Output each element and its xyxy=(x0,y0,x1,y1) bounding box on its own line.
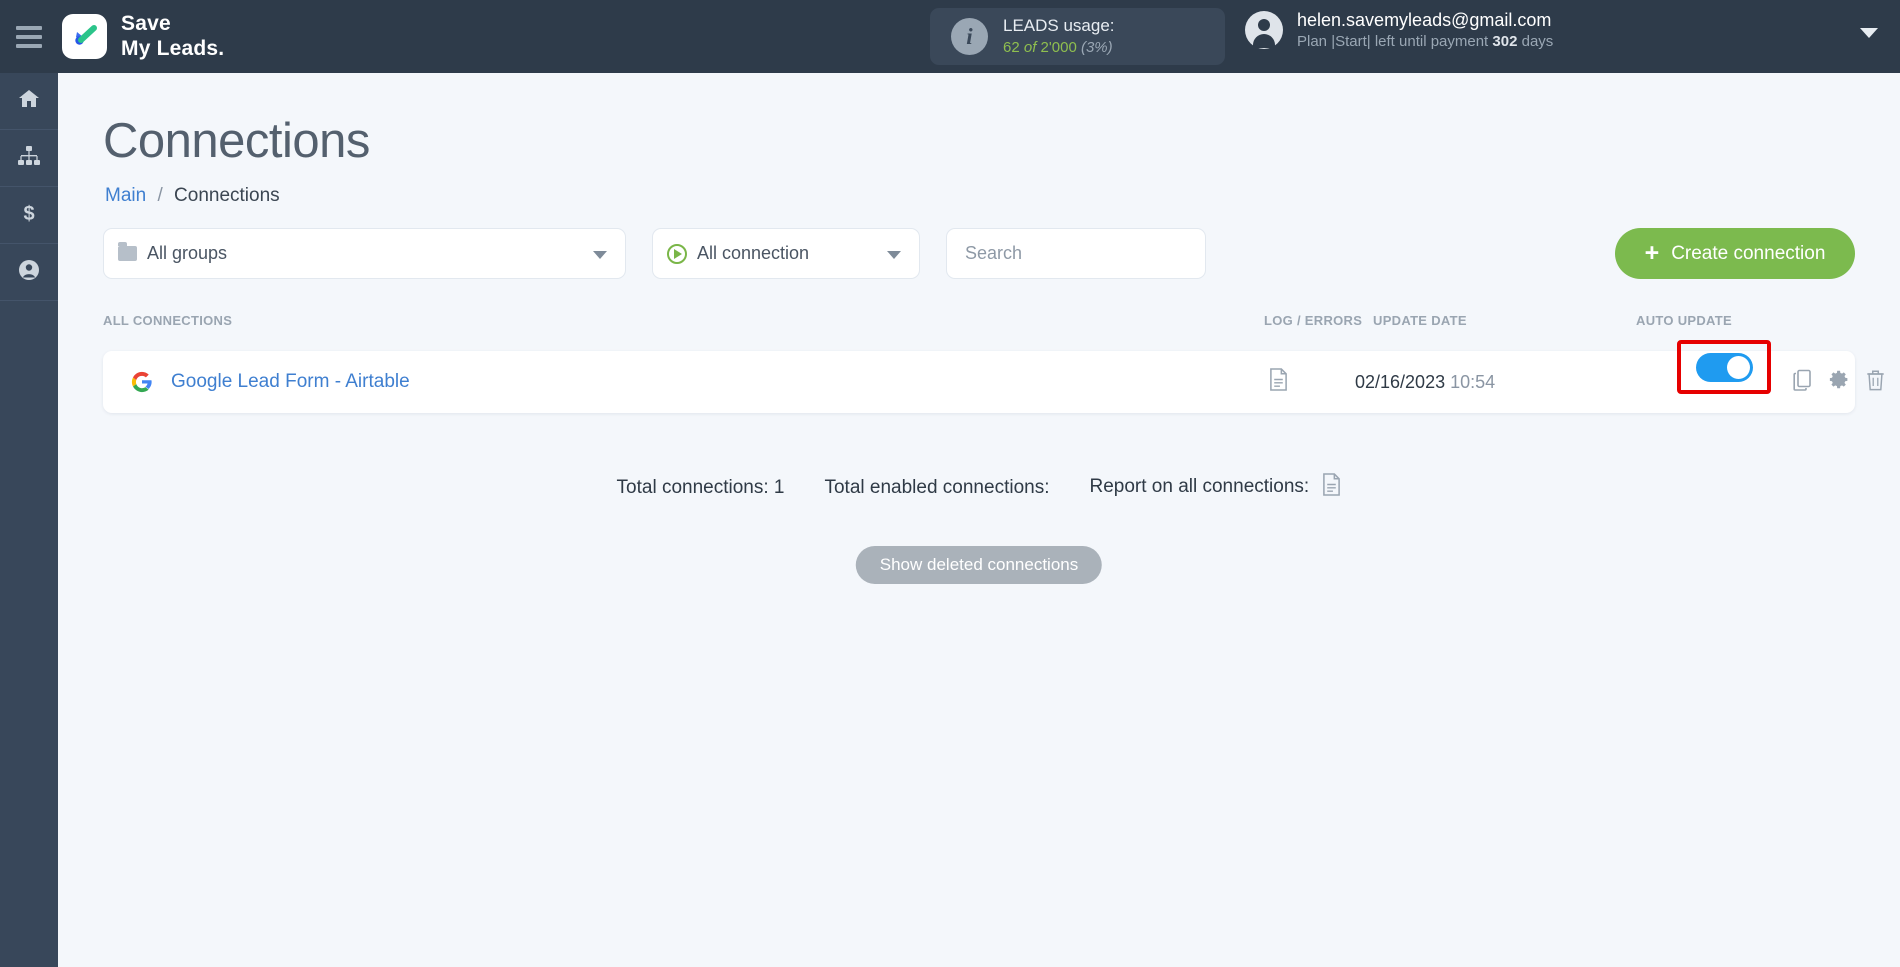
app-logo[interactable]: Save My Leads. xyxy=(62,12,224,62)
left-sidebar: $ xyxy=(0,73,58,967)
column-header-log-errors: LOG / ERRORS xyxy=(1264,313,1363,328)
chevron-down-icon[interactable] xyxy=(1860,28,1878,38)
total-connections-label: Total connections: xyxy=(616,476,769,498)
groups-filter-label: All groups xyxy=(147,243,228,263)
row-actions xyxy=(1793,369,1885,396)
logo-text: Save My Leads. xyxy=(121,12,224,62)
logo-mark-icon xyxy=(62,14,107,59)
page-title: Connections xyxy=(103,114,370,168)
main-content: Connections Main / Connections All group… xyxy=(58,73,1900,967)
plan-days-suffix: days xyxy=(1521,33,1554,51)
play-circle-icon xyxy=(667,243,687,264)
document-icon[interactable] xyxy=(1322,473,1341,501)
hamburger-icon-bar xyxy=(16,34,42,39)
search-input[interactable] xyxy=(946,228,1206,279)
total-enabled-stat: Total enabled connections: xyxy=(824,477,1049,499)
account-menu[interactable]: helen.savemyleads@gmail.com Plan |Start|… xyxy=(1245,8,1553,53)
update-date-cell: 02/16/2023 10:54 xyxy=(1355,372,1495,393)
top-header: Save My Leads. i LEADS usage: 62 of 2'00… xyxy=(0,0,1900,73)
google-icon xyxy=(130,370,154,394)
sidebar-item-billing[interactable]: $ xyxy=(0,187,58,244)
breadcrumb-current: Connections xyxy=(174,185,280,206)
usage-used: 62 xyxy=(1003,38,1020,56)
plus-icon: + xyxy=(1644,239,1660,267)
leads-usage-panel[interactable]: i LEADS usage: 62 of 2'000 (3%) xyxy=(930,8,1225,65)
total-enabled-label: Total enabled connections: xyxy=(824,476,1050,498)
usage-title: LEADS usage: xyxy=(1003,15,1115,35)
dollar-icon: $ xyxy=(17,201,41,230)
breadcrumb-link-main[interactable]: Main xyxy=(105,185,146,206)
usage-percent: (3%) xyxy=(1080,38,1113,56)
sidebar-item-account[interactable] xyxy=(0,244,58,301)
usage-values: 62 of 2'000 (3%) xyxy=(1003,38,1115,58)
gear-icon[interactable] xyxy=(1829,369,1850,395)
breadcrumb-separator: / xyxy=(157,185,163,206)
account-plan-info: Plan |Start| left until payment 302 days xyxy=(1297,32,1553,52)
report-label: Report on all connections: xyxy=(1089,476,1310,497)
account-email: helen.savemyleads@gmail.com xyxy=(1297,10,1552,30)
create-connection-button[interactable]: + Create connection xyxy=(1615,228,1855,279)
chevron-down-icon xyxy=(887,250,901,259)
plan-days-value: 302 xyxy=(1492,33,1518,51)
sidebar-item-connections[interactable] xyxy=(0,130,58,187)
sidebar-item-home[interactable] xyxy=(0,73,58,130)
connection-filter-label: All connection xyxy=(697,243,810,263)
trash-icon[interactable] xyxy=(1866,369,1885,396)
column-header-auto-update: AUTO UPDATE xyxy=(1636,313,1732,328)
table-header-row: ALL CONNECTIONS LOG / ERRORS UPDATE DATE… xyxy=(103,313,1855,341)
create-connection-label: Create connection xyxy=(1671,242,1826,264)
plan-prefix: Plan |Start| left until payment xyxy=(1297,33,1489,51)
breadcrumb: Main / Connections xyxy=(105,185,280,207)
hamburger-menu-button[interactable] xyxy=(0,0,58,73)
report-all-connections: Report on all connections: xyxy=(1089,473,1341,502)
info-icon: i xyxy=(951,18,988,55)
groups-filter-select[interactable]: All groups xyxy=(103,228,626,279)
connection-name-link[interactable]: Google Lead Form - Airtable xyxy=(171,371,410,393)
update-date-value: 02/16/2023 xyxy=(1355,371,1446,392)
auto-update-toggle[interactable] xyxy=(1695,352,1753,382)
logo-line-1: Save xyxy=(121,11,171,35)
update-time-value: 10:54 xyxy=(1450,371,1496,392)
hamburger-icon-bar xyxy=(16,43,42,48)
column-header-update-date: UPDATE DATE xyxy=(1373,313,1467,328)
home-icon xyxy=(17,87,41,116)
document-icon[interactable] xyxy=(1269,368,1288,396)
folder-icon xyxy=(118,242,137,261)
hamburger-icon-bar xyxy=(16,25,42,30)
usage-of: of xyxy=(1023,38,1037,56)
total-connections-value: 1 xyxy=(773,476,785,498)
total-connections-stat: Total connections: 1 xyxy=(617,477,785,499)
user-icon xyxy=(17,258,41,287)
show-deleted-connections-button[interactable]: Show deleted connections xyxy=(855,546,1103,584)
table-row[interactable]: Google Lead Form - Airtable 02/16/2023 1… xyxy=(103,340,1884,413)
svg-text:$: $ xyxy=(23,203,34,225)
usage-total: 2'000 xyxy=(1040,38,1077,56)
filter-bar: All groups All connection xyxy=(103,228,1206,279)
user-avatar-icon xyxy=(1245,11,1283,50)
logo-line-2: My Leads. xyxy=(121,36,225,60)
copy-icon[interactable] xyxy=(1793,369,1813,396)
chevron-down-icon xyxy=(593,250,607,259)
connection-filter-select[interactable]: All connection xyxy=(652,228,920,279)
column-header-all-connections: ALL CONNECTIONS xyxy=(103,313,233,328)
sitemap-icon xyxy=(17,144,41,173)
auto-update-highlight xyxy=(1677,340,1771,394)
connection-stats: Total connections: 1 Total enabled conne… xyxy=(58,473,1900,502)
